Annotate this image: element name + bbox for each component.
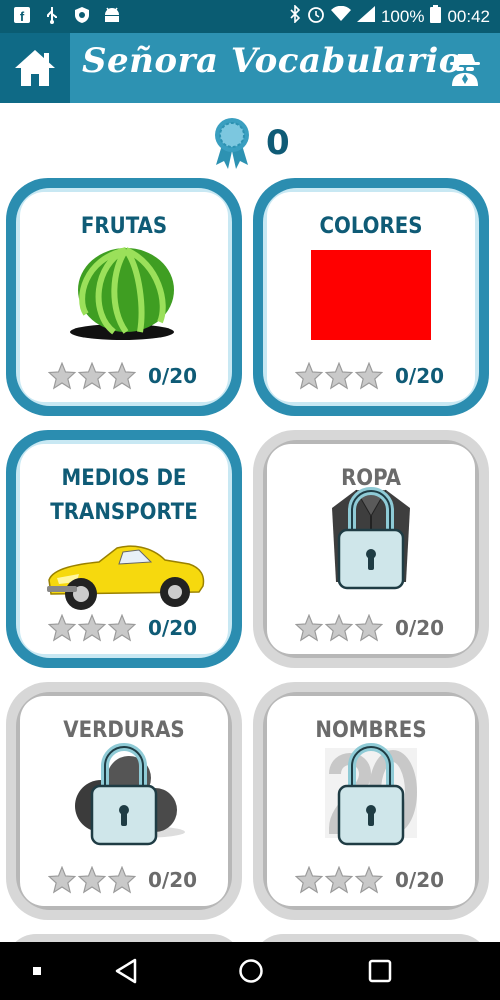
status-bar: f 100% 00:42 bbox=[0, 0, 500, 33]
star-icon bbox=[355, 362, 383, 390]
menu-dot-button[interactable] bbox=[22, 942, 52, 1000]
category-title: FRUTAS bbox=[80, 214, 168, 239]
system-status: 100% 00:42 bbox=[289, 4, 490, 28]
recents-square-icon bbox=[368, 959, 392, 983]
home-nav-button[interactable] bbox=[231, 942, 271, 1000]
card-footer: 0/20 bbox=[48, 614, 197, 642]
star-icon bbox=[355, 614, 383, 642]
star-icon bbox=[108, 866, 136, 894]
progress-count: 0/20 bbox=[395, 364, 445, 388]
star-rating bbox=[48, 866, 136, 894]
category-card-nombres[interactable]: NOMBRES 0/20 bbox=[253, 682, 489, 920]
progress-count: 0/20 bbox=[395, 616, 445, 640]
progress-count: 0/20 bbox=[148, 868, 198, 892]
category-card-verduras[interactable]: VERDURAS 0/20 bbox=[6, 682, 242, 920]
card-footer: 0/20 bbox=[48, 362, 197, 390]
category-card-frutas[interactable]: FRUTAS 0/20 bbox=[6, 178, 242, 416]
bluetooth-icon bbox=[289, 4, 301, 28]
battery-icon bbox=[430, 5, 442, 28]
shield-icon bbox=[72, 5, 92, 25]
spy-icon bbox=[450, 54, 480, 86]
usb-icon bbox=[42, 5, 62, 25]
progress-count: 0/20 bbox=[148, 364, 198, 388]
notification-icons: f bbox=[12, 5, 122, 25]
star-rating bbox=[295, 866, 383, 894]
award-ribbon-icon bbox=[215, 118, 249, 169]
back-button[interactable] bbox=[106, 942, 146, 1000]
home-button[interactable] bbox=[0, 33, 70, 103]
dot-icon bbox=[33, 967, 41, 975]
category-title: COLORES bbox=[319, 214, 423, 239]
app-bar: Señora Vocabulario bbox=[0, 33, 500, 103]
facebook-icon: f bbox=[12, 5, 32, 25]
android-icon bbox=[102, 5, 122, 25]
back-triangle-icon bbox=[115, 958, 137, 984]
star-icon bbox=[325, 866, 353, 894]
lock-icon bbox=[90, 743, 158, 846]
clock: 00:42 bbox=[447, 6, 490, 26]
star-rating bbox=[295, 614, 383, 642]
category-card-colores[interactable]: COLORES 0/20 bbox=[253, 178, 489, 416]
progress-count: 0/20 bbox=[395, 868, 445, 892]
watermelon-image bbox=[70, 247, 174, 340]
star-icon bbox=[78, 866, 106, 894]
card-footer: 0/20 bbox=[295, 614, 444, 642]
app-title: Señora Vocabulario bbox=[82, 41, 462, 81]
svg-text:f: f bbox=[20, 9, 25, 23]
star-rating bbox=[48, 362, 136, 390]
star-icon bbox=[295, 614, 323, 642]
star-icon bbox=[108, 614, 136, 642]
battery-percent: 100% bbox=[380, 6, 425, 26]
alarm-icon bbox=[307, 5, 325, 28]
star-icon bbox=[48, 362, 76, 390]
card-footer: 0/20 bbox=[48, 866, 197, 894]
signal-icon bbox=[356, 6, 375, 27]
star-icon bbox=[48, 614, 76, 642]
star-icon bbox=[48, 866, 76, 894]
lock-icon bbox=[337, 743, 405, 846]
star-icon bbox=[355, 866, 383, 894]
category-card-medios-de-transporte[interactable]: MEDIOS DE TRANSPORTE 0/20 bbox=[6, 430, 242, 668]
star-icon bbox=[108, 362, 136, 390]
star-rating bbox=[48, 614, 136, 642]
card-footer: 0/20 bbox=[295, 362, 444, 390]
star-icon bbox=[295, 362, 323, 390]
progress-count: 0/20 bbox=[148, 616, 198, 640]
home-icon bbox=[15, 50, 55, 86]
star-rating bbox=[295, 362, 383, 390]
yellow-car-image bbox=[47, 545, 205, 610]
category-card-ropa[interactable]: ROPA 0/20 bbox=[253, 430, 489, 668]
star-icon bbox=[78, 614, 106, 642]
star-icon bbox=[78, 362, 106, 390]
category-title: MEDIOS DE TRANSPORTE bbox=[50, 466, 198, 525]
profile-button[interactable] bbox=[442, 45, 488, 91]
star-icon bbox=[295, 866, 323, 894]
recents-button[interactable] bbox=[360, 942, 400, 1000]
system-nav-bar bbox=[0, 942, 500, 1000]
card-footer: 0/20 bbox=[295, 866, 444, 894]
home-circle-icon bbox=[239, 959, 263, 983]
lock-icon bbox=[337, 487, 405, 590]
star-icon bbox=[325, 614, 353, 642]
wifi-icon bbox=[330, 5, 351, 27]
score-display: 0 bbox=[212, 113, 290, 173]
red-color-swatch bbox=[311, 250, 431, 340]
score-value: 0 bbox=[266, 123, 290, 163]
star-icon bbox=[325, 362, 353, 390]
